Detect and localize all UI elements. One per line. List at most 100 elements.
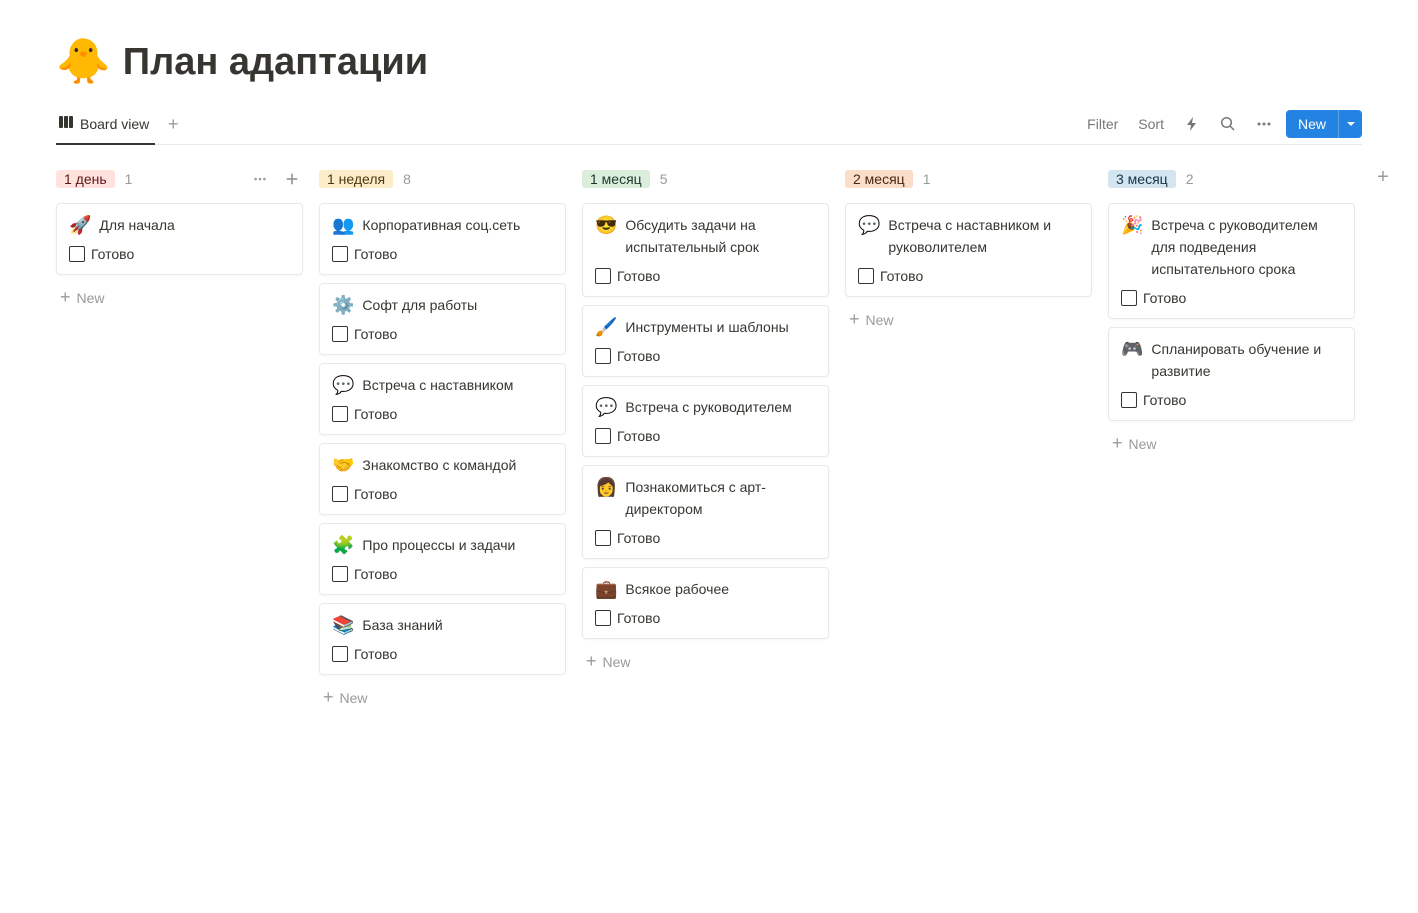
card-property-done: Готово <box>69 246 290 262</box>
dots-icon <box>253 172 267 186</box>
card-property-done: Готово <box>332 646 553 662</box>
checkbox[interactable] <box>332 566 348 582</box>
column-status-tag[interactable]: 2 месяц <box>845 170 913 188</box>
checkbox[interactable] <box>595 268 611 284</box>
card-title: Корпоративная соц.сеть <box>362 214 520 236</box>
column-count: 5 <box>660 171 668 187</box>
board-card[interactable]: 👩Познакомиться с арт-директоромГотово <box>582 465 829 559</box>
board-card[interactable]: 🎮Спланировать обучение и развитиеГотово <box>1108 327 1355 421</box>
column-status-tag[interactable]: 1 день <box>56 170 115 188</box>
column-add-button[interactable] <box>281 168 303 190</box>
sort-button[interactable]: Sort <box>1132 112 1170 136</box>
column-count: 1 <box>125 171 133 187</box>
column-status-tag[interactable]: 3 месяц <box>1108 170 1176 188</box>
search-icon[interactable] <box>1214 110 1242 138</box>
more-options-icon[interactable] <box>1250 110 1278 138</box>
card-property-done: Готово <box>1121 290 1342 306</box>
dots-icon <box>516 172 530 186</box>
card-icon: 📚 <box>332 614 354 636</box>
new-card-label: New <box>603 654 631 670</box>
card-title: Обсудить задачи на испытательный срок <box>625 214 816 258</box>
new-card-button[interactable]: + New <box>582 647 829 676</box>
board-card[interactable]: 📚 База знаний Готово <box>319 603 566 675</box>
new-card-button[interactable]: +New <box>845 305 1092 334</box>
column-count: 8 <box>403 171 411 187</box>
board: 1 день 1 🚀 Для начала Готово + New 1 неделя 8 👥Ко… <box>56 145 1362 712</box>
board-card[interactable]: 🚀 Для начала Готово <box>56 203 303 275</box>
card-icon: 🎉 <box>1121 214 1143 236</box>
checkbox[interactable] <box>1121 290 1137 306</box>
board-card[interactable]: 🤝Знакомство с командойГотово <box>319 443 566 515</box>
column-status-tag[interactable]: 1 месяц <box>582 170 650 188</box>
page-icon[interactable]: 🐥 <box>56 40 111 84</box>
new-card-button[interactable]: +New <box>319 683 566 712</box>
checkbox[interactable] <box>1121 392 1137 408</box>
board-card[interactable]: 💬Встреча с руководителемГотово <box>582 385 829 457</box>
card-property-done: Готово <box>595 530 816 546</box>
checkbox[interactable] <box>595 610 611 626</box>
checkbox[interactable] <box>595 530 611 546</box>
plus-icon <box>548 172 562 186</box>
board-card[interactable]: 💬Встреча с наставникомГотово <box>319 363 566 435</box>
add-view-button[interactable]: + <box>161 112 185 136</box>
checkbox-label: Готово <box>354 566 397 582</box>
card-title: Инструменты и шаблоны <box>625 316 788 338</box>
new-card-label: New <box>77 290 105 306</box>
new-button[interactable]: New <box>1286 110 1338 138</box>
checkbox[interactable] <box>332 246 348 262</box>
board-card[interactable]: 💼Всякое рабочееГотово <box>582 567 829 639</box>
checkbox[interactable] <box>595 428 611 444</box>
board-card[interactable]: 👥Корпоративная соц.сетьГотово <box>319 203 566 275</box>
checkbox-label: Готово <box>617 530 660 546</box>
card-title: База знаний <box>362 614 442 636</box>
board-card[interactable]: 🖌️Инструменты и шаблоныГотово <box>582 305 829 377</box>
checkbox[interactable] <box>332 326 348 342</box>
board-card[interactable]: ⚙️Софт для работыГотово <box>319 283 566 355</box>
checkbox[interactable] <box>858 268 874 284</box>
automation-icon[interactable] <box>1178 110 1206 138</box>
checkbox-label: Готово <box>617 268 660 284</box>
new-card-button[interactable]: +New <box>56 283 303 312</box>
card-title: Софт для работы <box>362 294 477 316</box>
column-header: 3 месяц 2 <box>1108 163 1355 195</box>
board-card[interactable]: 🎉Встреча с руководителем для подведения … <box>1108 203 1355 319</box>
checkbox-label: Готово <box>354 646 397 662</box>
column-header: 2 месяц1 <box>845 163 1092 195</box>
checkbox[interactable] <box>332 486 348 502</box>
card-title: Для начала <box>99 214 174 236</box>
dots-icon <box>1305 172 1319 186</box>
card-property-done: Готово <box>332 326 553 342</box>
card-property-done: Готово <box>1121 392 1342 408</box>
board-card[interactable]: 🧩Про процессы и задачиГотово <box>319 523 566 595</box>
new-card-button[interactable]: +New <box>1108 429 1355 458</box>
add-column-button[interactable]: + <box>1371 165 1395 189</box>
card-icon: 💬 <box>595 396 617 418</box>
view-tab-board[interactable]: Board view <box>56 108 155 145</box>
column-count: 2 <box>1186 171 1194 187</box>
plus-icon <box>285 172 299 186</box>
column-status-tag[interactable]: 1 неделя <box>319 170 393 188</box>
card-title: Встреча с руководителем <box>625 396 791 418</box>
card-icon: 🚀 <box>69 214 91 236</box>
board-card[interactable]: 😎 Обсудить задачи на испытательный срок Го… <box>582 203 829 297</box>
card-icon: 💬 <box>858 214 880 236</box>
card-icon: 🎮 <box>1121 338 1143 360</box>
card-property-done: Готово <box>332 566 553 582</box>
board-card[interactable]: 💬Встреча с наставником и руковолителемГо… <box>845 203 1092 297</box>
card-property-done: Готово <box>332 486 553 502</box>
card-icon: 😎 <box>595 214 617 236</box>
dots-icon <box>779 172 793 186</box>
column-menu-button[interactable] <box>249 168 271 190</box>
checkbox[interactable] <box>69 246 85 262</box>
card-icon: 👩 <box>595 476 617 498</box>
plus-icon: + <box>586 651 597 672</box>
board-column: 3 месяц 2 🎉Встреча с руководителем для под… <box>1108 163 1355 458</box>
page-title[interactable]: План адаптации <box>123 41 428 84</box>
checkbox[interactable] <box>332 646 348 662</box>
dots-icon <box>1042 172 1056 186</box>
checkbox[interactable] <box>595 348 611 364</box>
new-button-dropdown[interactable] <box>1338 110 1362 138</box>
checkbox[interactable] <box>332 406 348 422</box>
filter-button[interactable]: Filter <box>1081 112 1124 136</box>
card-property-done: Готово <box>595 610 816 626</box>
